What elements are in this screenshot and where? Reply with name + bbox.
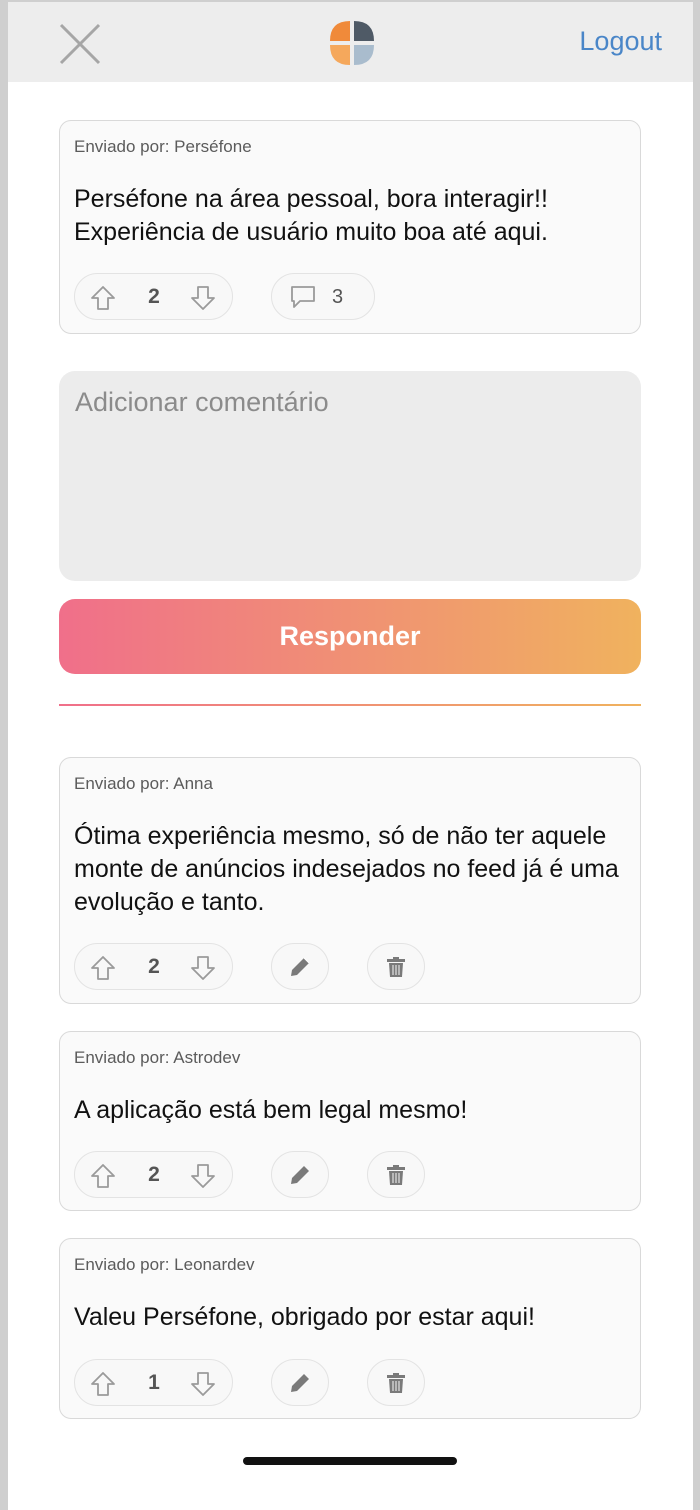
reply-button[interactable]: Responder xyxy=(59,599,641,674)
edit-button[interactable] xyxy=(271,1151,329,1198)
comment-author: Enviado por: Leonardev xyxy=(74,1255,255,1274)
delete-button[interactable] xyxy=(367,1151,425,1198)
divider xyxy=(59,704,641,706)
trash-icon xyxy=(387,1165,405,1185)
comment-card: Enviado por: Anna Ótima experiência mesm… xyxy=(59,757,641,1004)
arrow-down-icon[interactable] xyxy=(189,1162,217,1190)
arrow-down-icon[interactable] xyxy=(189,954,217,982)
comment-text: Valeu Perséfone, obrigado por estar aqui… xyxy=(74,1303,535,1331)
arrow-up-icon[interactable] xyxy=(89,1162,117,1190)
logout-button[interactable]: Logout xyxy=(579,26,662,57)
comment-author: Enviado por: Anna xyxy=(74,774,213,793)
arrow-up-icon[interactable] xyxy=(89,1370,117,1398)
edit-button[interactable] xyxy=(271,943,329,990)
delete-button[interactable] xyxy=(367,1359,425,1406)
comment-card: Enviado por: Leonardev Valeu Perséfone, … xyxy=(59,1238,641,1419)
comment-count-button[interactable]: 3 xyxy=(271,273,375,320)
comment-vote-count: 2 xyxy=(148,1163,160,1186)
post-author: Enviado por: Perséfone xyxy=(74,137,252,156)
trash-icon xyxy=(387,1373,405,1393)
arrow-down-icon[interactable] xyxy=(189,284,217,312)
pencil-icon xyxy=(291,957,310,976)
app-screen: Logout Enviado por: Perséfone Perséfone … xyxy=(8,2,693,1510)
arrow-up-icon[interactable] xyxy=(89,284,117,312)
pencil-icon xyxy=(291,1166,309,1184)
arrow-up-icon[interactable] xyxy=(89,954,117,982)
comment-input[interactable] xyxy=(59,371,641,581)
post-text: Perséfone na área pessoal, bora interagi… xyxy=(74,185,548,246)
comment-text: Ótima experiência mesmo, só de não ter a… xyxy=(74,822,619,916)
top-header: Logout xyxy=(8,2,693,82)
comment-vote-count: 1 xyxy=(148,1371,160,1394)
post-vote-count: 2 xyxy=(148,285,160,308)
comment-vote-count: 2 xyxy=(148,955,160,978)
speech-bubble-icon xyxy=(291,286,315,308)
comment-vote-pill: 1 xyxy=(74,1359,233,1406)
comment-author: Enviado por: Astrodev xyxy=(74,1048,241,1067)
comment-card: Enviado por: Astrodev A aplicação está b… xyxy=(59,1031,641,1211)
pencil-icon xyxy=(291,1374,309,1392)
close-icon xyxy=(59,23,101,65)
trash-icon xyxy=(387,957,405,977)
comment-text: A aplicação está bem legal mesmo! xyxy=(74,1096,468,1124)
post-vote-pill: 2 xyxy=(74,273,233,320)
home-indicator[interactable] xyxy=(243,1457,457,1465)
comment-count: 3 xyxy=(332,286,344,308)
labeddit-logo xyxy=(328,19,376,67)
delete-button[interactable] xyxy=(367,943,425,990)
arrow-down-icon[interactable] xyxy=(189,1370,217,1398)
comment-vote-pill: 2 xyxy=(74,943,233,990)
post-card: Enviado por: Perséfone Perséfone na área… xyxy=(59,120,641,334)
edit-button[interactable] xyxy=(271,1359,329,1406)
comment-vote-pill: 2 xyxy=(74,1151,233,1198)
close-button[interactable] xyxy=(58,22,102,66)
